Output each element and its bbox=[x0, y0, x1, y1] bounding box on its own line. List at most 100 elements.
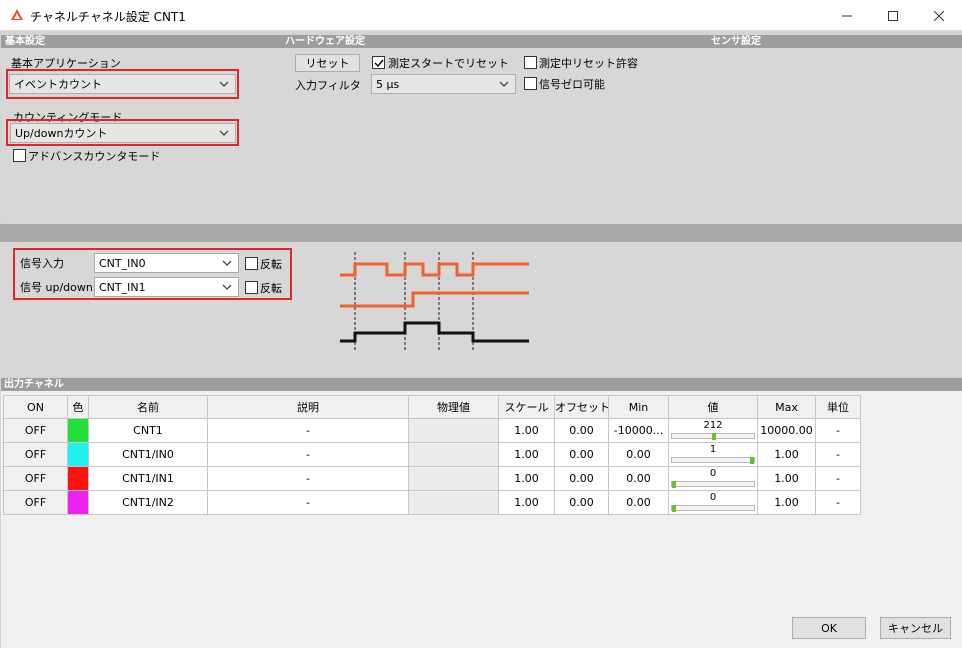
header-offset[interactable]: オフセット bbox=[554, 395, 609, 419]
app-select-value: イベントカウント bbox=[14, 78, 102, 91]
table-row[interactable]: OFF CNT1/IN1-1.00 0.00 0.00 0 1.00- bbox=[3, 466, 861, 491]
output-header-bar: 出力チャネル bbox=[1, 378, 962, 391]
channel-on-toggle[interactable]: OFF bbox=[3, 442, 68, 467]
zero-signal-label: 信号ゼロ可能 bbox=[539, 78, 605, 91]
channel-scale-cell[interactable]: 1.00 bbox=[498, 466, 555, 491]
channel-color-swatch[interactable] bbox=[67, 442, 89, 467]
channel-description-cell[interactable]: - bbox=[207, 466, 409, 491]
channel-min-cell[interactable]: 0.00 bbox=[608, 466, 669, 491]
channel-value-bar bbox=[671, 505, 755, 512]
table-header-row: ON 色 名前 説明 物理値 スケール オフセット Min 値 Max 単位 bbox=[3, 395, 861, 419]
mode-select-value: Up/downカウント bbox=[15, 127, 108, 140]
channel-value-text: 0 bbox=[709, 468, 717, 479]
table-row[interactable]: OFF CNT1-1.00 0.00 -10000... 212 10000.00- bbox=[3, 418, 861, 443]
channel-on-toggle[interactable]: OFF bbox=[3, 418, 68, 443]
header-color[interactable]: 色 bbox=[67, 395, 89, 419]
close-button[interactable] bbox=[916, 0, 962, 31]
filter-select[interactable]: 5 µs bbox=[371, 74, 516, 94]
channel-scale-cell[interactable]: 1.00 bbox=[498, 490, 555, 515]
allow-reset-label: 測定中リセット許容 bbox=[539, 57, 638, 70]
channel-unit-cell[interactable]: - bbox=[815, 418, 861, 443]
channel-value-bar bbox=[671, 457, 755, 464]
minimize-button[interactable] bbox=[824, 0, 870, 31]
reset-button[interactable]: リセット bbox=[295, 54, 360, 72]
channel-value-text: 1 bbox=[709, 444, 717, 455]
channel-on-toggle[interactable]: OFF bbox=[3, 490, 68, 515]
channel-max-cell[interactable]: 1.00 bbox=[757, 490, 816, 515]
channel-color-swatch[interactable] bbox=[67, 466, 89, 491]
channel-offset-cell[interactable]: 0.00 bbox=[554, 418, 609, 443]
header-on[interactable]: ON bbox=[3, 395, 68, 419]
signal-updown-wave bbox=[340, 291, 529, 308]
header-min[interactable]: Min bbox=[608, 395, 669, 419]
channel-name-cell[interactable]: CNT1 bbox=[88, 418, 208, 443]
maximize-button[interactable] bbox=[870, 0, 916, 31]
channel-unit-cell[interactable]: - bbox=[815, 490, 861, 515]
channel-min-cell[interactable]: -10000... bbox=[608, 418, 669, 443]
channel-min-cell[interactable]: 0.00 bbox=[608, 442, 669, 467]
cancel-button[interactable]: キャンセル bbox=[880, 617, 951, 639]
header-value[interactable]: 値 bbox=[668, 395, 758, 419]
signal-input-invert-checkbox[interactable] bbox=[245, 257, 258, 270]
chevron-down-icon bbox=[219, 81, 229, 87]
section-output-title: 出力チャネル bbox=[4, 379, 64, 390]
signal-input-label: 信号入力 bbox=[20, 257, 64, 270]
signal-updown-value: CNT_IN1 bbox=[99, 280, 146, 294]
filter-select-value: 5 µs bbox=[376, 77, 400, 91]
allow-reset-checkbox[interactable] bbox=[524, 56, 537, 69]
app-select[interactable]: イベントカウント bbox=[9, 74, 236, 94]
channel-name-cell[interactable]: CNT1/IN2 bbox=[88, 490, 208, 515]
channel-scale-cell[interactable]: 1.00 bbox=[498, 442, 555, 467]
counter-output-wave bbox=[340, 321, 529, 343]
reset-on-start-label: 測定スタートでリセット bbox=[388, 57, 509, 70]
channel-offset-cell[interactable]: 0.00 bbox=[554, 490, 609, 515]
header-description[interactable]: 説明 bbox=[207, 395, 409, 419]
header-physical[interactable]: 物理値 bbox=[408, 395, 499, 419]
advanced-mode-checkbox[interactable] bbox=[13, 149, 26, 162]
channel-name-cell[interactable]: CNT1/IN0 bbox=[88, 442, 208, 467]
settings-header-bar: 基本設定 ハードウェア設定 センサ設定 bbox=[1, 35, 962, 48]
signal-input-wave bbox=[340, 262, 529, 277]
signal-updown-label: 信号 up/down bbox=[20, 281, 93, 294]
output-channels-table: ON 色 名前 説明 物理値 スケール オフセット Min 値 Max 単位 O… bbox=[3, 395, 861, 515]
signal-updown-select[interactable]: CNT_IN1 bbox=[94, 277, 239, 297]
channel-name-cell[interactable]: CNT1/IN1 bbox=[88, 466, 208, 491]
advanced-mode-label: アドバンスカウンタモード bbox=[28, 150, 161, 163]
channel-value-marker bbox=[711, 433, 716, 440]
channel-description-cell[interactable]: - bbox=[207, 418, 409, 443]
channel-unit-cell[interactable]: - bbox=[815, 466, 861, 491]
signal-input-select[interactable]: CNT_IN0 bbox=[94, 253, 239, 273]
channel-max-cell[interactable]: 10000.00 bbox=[757, 418, 816, 443]
channel-scale-cell[interactable]: 1.00 bbox=[498, 418, 555, 443]
channel-description-cell[interactable]: - bbox=[207, 490, 409, 515]
channel-color-swatch[interactable] bbox=[67, 418, 89, 443]
header-name[interactable]: 名前 bbox=[88, 395, 208, 419]
header-scale[interactable]: スケール bbox=[498, 395, 555, 419]
chevron-down-icon bbox=[499, 81, 509, 87]
mode-select[interactable]: Up/downカウント bbox=[10, 123, 236, 143]
channel-unit-cell[interactable]: - bbox=[815, 442, 861, 467]
header-unit[interactable]: 単位 bbox=[815, 395, 861, 419]
channel-value-marker bbox=[672, 505, 676, 512]
channel-value-marker bbox=[672, 481, 676, 488]
table-row[interactable]: OFF CNT1/IN2-1.00 0.00 0.00 0 1.00- bbox=[3, 490, 861, 515]
reset-on-start-checkbox[interactable] bbox=[372, 56, 385, 69]
channel-offset-cell[interactable]: 0.00 bbox=[554, 466, 609, 491]
channel-color-swatch[interactable] bbox=[67, 490, 89, 515]
channel-min-cell[interactable]: 0.00 bbox=[608, 490, 669, 515]
signal-updown-invert-checkbox[interactable] bbox=[245, 281, 258, 294]
channel-physical-cell bbox=[408, 466, 499, 491]
zero-signal-checkbox[interactable] bbox=[524, 77, 537, 90]
table-row[interactable]: OFF CNT1/IN0-1.00 0.00 0.00 1 1.00- bbox=[3, 442, 861, 467]
header-max[interactable]: Max bbox=[757, 395, 816, 419]
signal-input-value: CNT_IN0 bbox=[99, 256, 146, 270]
channel-value-text: 212 bbox=[703, 420, 723, 431]
channel-max-cell[interactable]: 1.00 bbox=[757, 442, 816, 467]
channel-on-toggle[interactable]: OFF bbox=[3, 466, 68, 491]
ok-button[interactable]: OK bbox=[792, 617, 866, 639]
channel-value-cell: 0 bbox=[668, 466, 758, 491]
channel-value-cell: 1 bbox=[668, 442, 758, 467]
channel-offset-cell[interactable]: 0.00 bbox=[554, 442, 609, 467]
channel-description-cell[interactable]: - bbox=[207, 442, 409, 467]
channel-max-cell[interactable]: 1.00 bbox=[757, 466, 816, 491]
